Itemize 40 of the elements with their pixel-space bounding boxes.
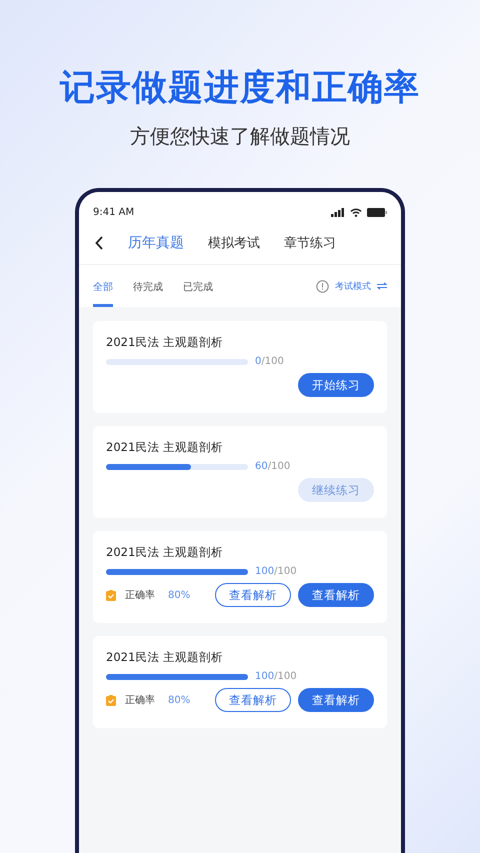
card-title: 2021民法 主观题剖析 [106, 650, 224, 665]
progress-done: 0 [255, 356, 262, 367]
tab[interactable]: 章节练习 [284, 234, 336, 252]
progress-done: 60 [255, 461, 268, 472]
action-button[interactable]: 查看解析 [215, 583, 291, 607]
progress-total: /100 [268, 461, 290, 472]
action-button[interactable]: 开始练习 [298, 373, 374, 397]
card-title: 2021民法 主观题剖析 [106, 335, 224, 350]
switch-icon[interactable] [377, 282, 387, 290]
signal-icon [331, 208, 345, 216]
headline: 记录做题进度和正确率 [60, 67, 420, 110]
accuracy-label: 正确率 [125, 694, 155, 707]
tab[interactable]: 历年真题 [128, 234, 184, 252]
subtitle: 方便您快速了解做题情况 [130, 123, 350, 150]
tab[interactable]: 模拟考试 [208, 234, 260, 252]
action-button[interactable]: 继续练习 [298, 478, 374, 502]
progress-total: /100 [274, 566, 297, 577]
wifi-icon [350, 208, 362, 216]
battery-icon [367, 208, 387, 216]
filter-tab[interactable]: 待完成 [133, 265, 163, 307]
action-button[interactable]: 查看解析 [215, 688, 291, 712]
status-time: 9:41 AM [93, 206, 134, 218]
accuracy-label: 正确率 [125, 588, 155, 602]
action-button[interactable]: 查看解析 [298, 583, 374, 607]
action-button[interactable]: 查看解析 [298, 688, 374, 712]
filter-tab[interactable]: 全部 [93, 265, 113, 307]
accuracy-value: 80% [168, 694, 190, 706]
progress-done: 100 [255, 566, 274, 577]
filter-tab[interactable]: 已完成 [183, 265, 213, 307]
progress-total: /100 [261, 356, 284, 367]
clipboard-icon [106, 590, 116, 600]
progress-total: /100 [274, 671, 297, 682]
accuracy-value: 80% [168, 590, 190, 600]
back-icon[interactable] [95, 236, 104, 250]
clipboard-icon [106, 694, 116, 706]
info-icon[interactable] [316, 280, 329, 292]
progress-done: 100 [255, 671, 274, 682]
mode-label[interactable]: 考试模式 [335, 280, 371, 292]
card-title: 2021民法 主观题剖析 [106, 440, 224, 455]
card-title: 2021民法 主观题剖析 [106, 545, 224, 560]
